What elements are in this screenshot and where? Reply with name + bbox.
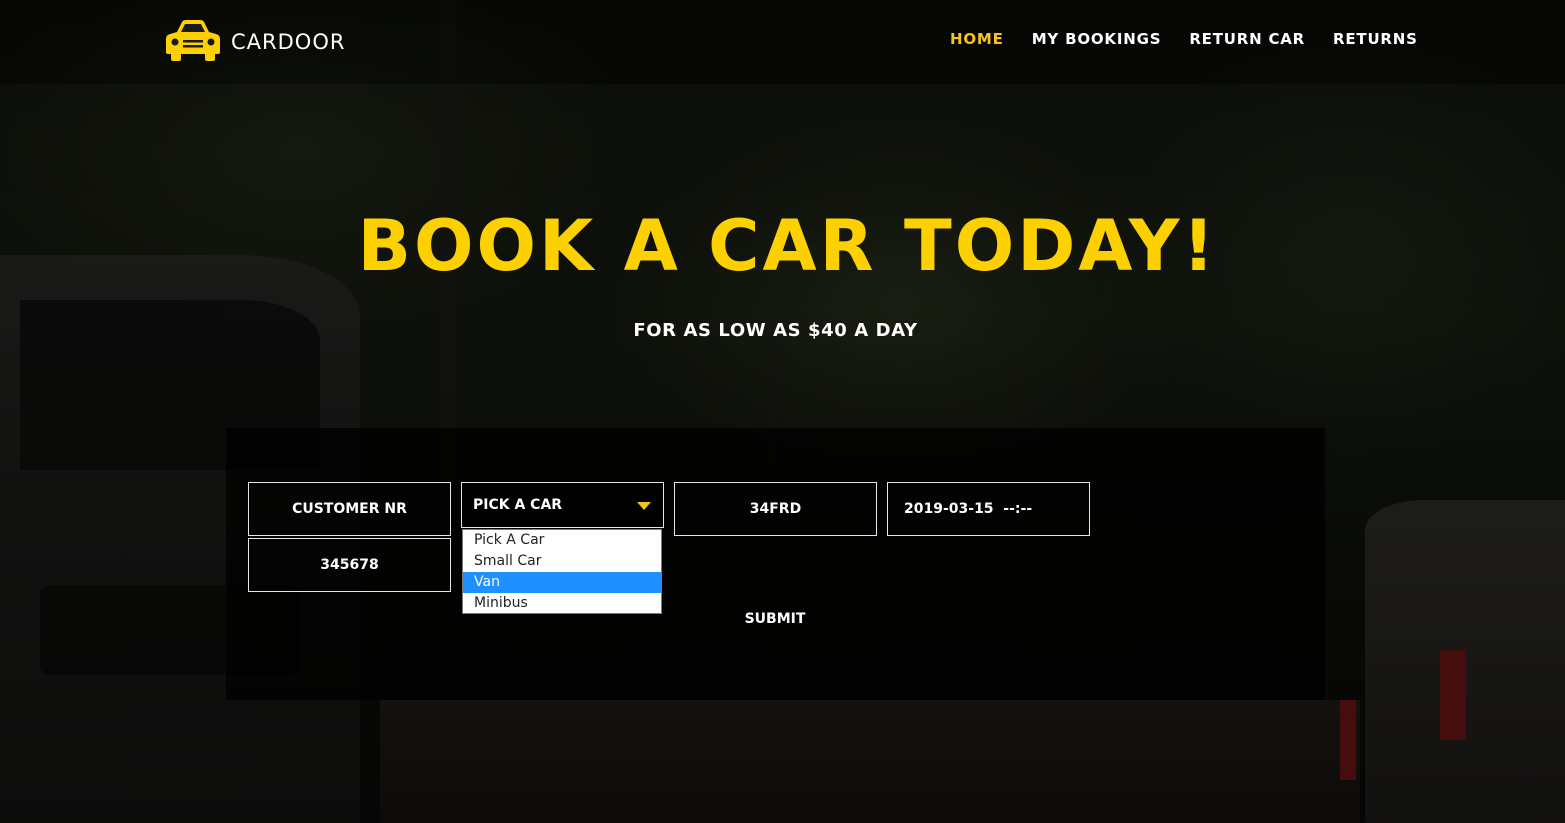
car-icon — [165, 18, 221, 66]
submit-button[interactable]: SUBMIT — [725, 604, 825, 634]
car-select-dropdown: Pick A Car Small Car Van Minibus — [462, 529, 662, 614]
customer-nr-value-input[interactable] — [249, 539, 450, 591]
nav-home[interactable]: HOME — [950, 30, 1004, 48]
customer-nr-field[interactable] — [248, 482, 451, 536]
nav-returns[interactable]: RETURNS — [1333, 30, 1418, 48]
brand-logo[interactable]: CARDOOR — [165, 18, 345, 66]
option-minibus[interactable]: Minibus — [463, 593, 661, 614]
caret-down-icon — [637, 502, 651, 510]
hero-subtitle: FOR AS LOW AS $40 A DAY — [633, 320, 918, 341]
hero-title: BOOK A CAR TODAY! — [357, 205, 1218, 287]
main-nav: HOME MY BOOKINGS RETURN CAR RETURNS — [950, 30, 1446, 48]
brand-name: CARDOOR — [231, 30, 346, 54]
option-pick-a-car[interactable]: Pick A Car — [463, 530, 661, 551]
customer-nr-value-field[interactable] — [248, 538, 451, 592]
customer-nr-input[interactable] — [249, 483, 450, 535]
datetime-input[interactable]: 2019-03-15 --:-- — [904, 501, 1032, 517]
option-van[interactable]: Van — [463, 572, 661, 593]
site-header: CARDOOR HOME MY BOOKINGS RETURN CAR RETU… — [0, 0, 1565, 84]
car-select-value: PICK A CAR — [473, 497, 563, 513]
nav-my-bookings[interactable]: MY BOOKINGS — [1032, 30, 1162, 48]
code-field[interactable] — [674, 482, 877, 536]
nav-return-car[interactable]: RETURN CAR — [1189, 30, 1305, 48]
code-input[interactable] — [675, 483, 876, 535]
car-select[interactable]: PICK A CAR — [461, 482, 664, 528]
datetime-field[interactable]: 2019-03-15 --:-- — [887, 482, 1090, 536]
option-small-car[interactable]: Small Car — [463, 551, 661, 572]
